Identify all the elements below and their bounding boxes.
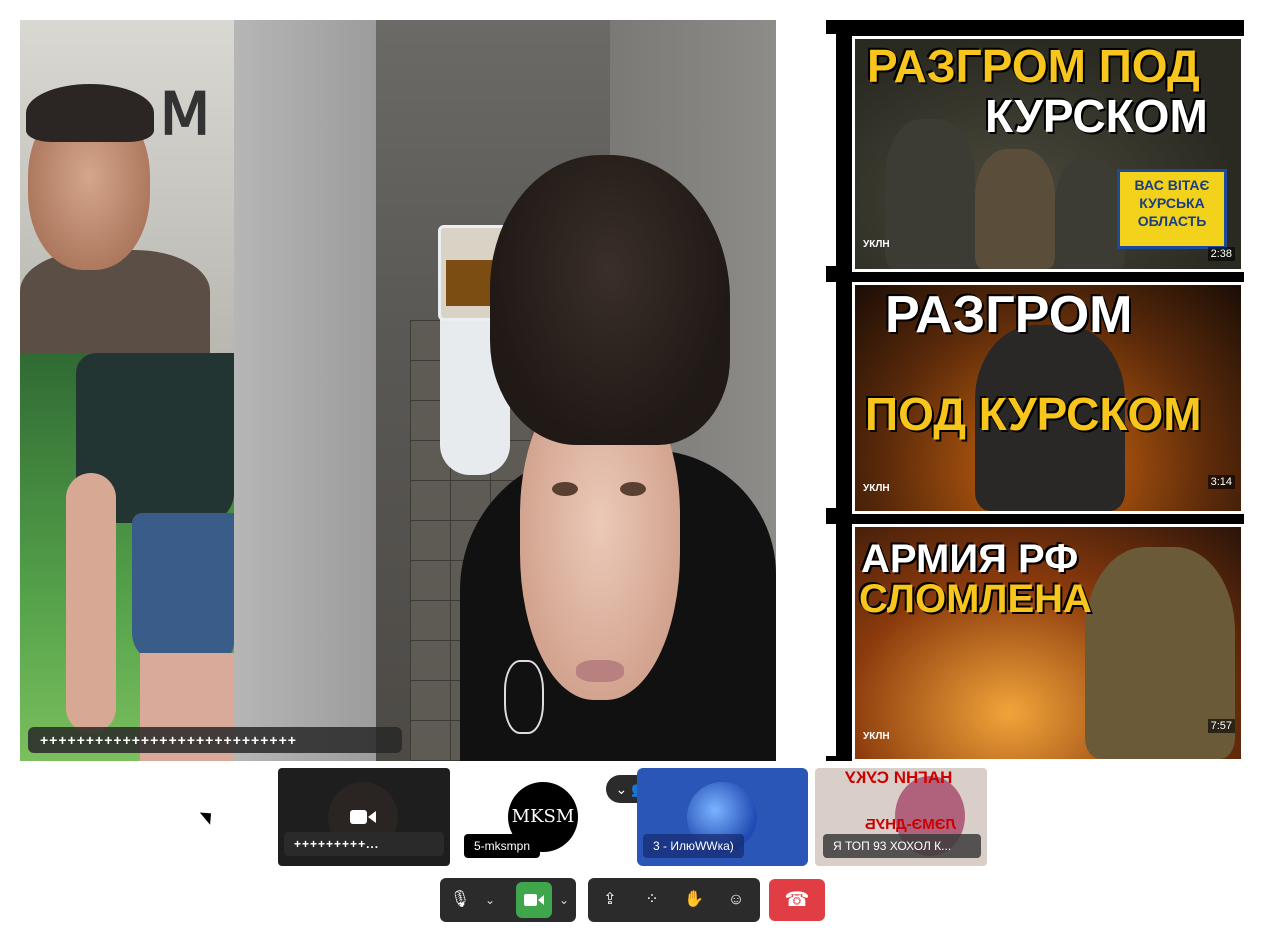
participant-tile[interactable]: MKSM 5-mksmpn <box>458 768 630 866</box>
participant-name: 3 - ИлюWWка) <box>643 834 744 858</box>
thumb-duration: 2:38 <box>1207 247 1235 261</box>
thumb-duration: 3:14 <box>1207 475 1235 489</box>
raise-hand-icon: ✋ <box>684 891 704 908</box>
microphone-icon: 🎙 <box>449 891 471 908</box>
mouse-cursor-icon <box>199 807 217 825</box>
participant-tile[interactable]: НАГНИ СУКУ ЛЭМЭ-ДНУБ Я ТОП 93 ХОХОЛ К... <box>815 768 987 866</box>
thumb-channel: УКЛН <box>863 239 890 250</box>
overlay-text-top: НАГНИ СУКУ <box>845 768 953 787</box>
share-screen-icon: ⇪ <box>603 891 617 908</box>
metro-sign-icon: Ⅿ <box>160 82 211 147</box>
smiley-icon: ☺ <box>727 891 745 908</box>
thumb-figure <box>975 149 1055 269</box>
thumb-title-bottom: ПОД КУРСКОМ <box>865 388 1202 440</box>
shirt-logo <box>504 660 544 734</box>
toolbar-media-group: 🎙 ⌄ ⌄ <box>440 878 576 922</box>
share-strip-2 <box>826 282 836 508</box>
thumb-title-bottom: СЛОМЛЕНА <box>859 577 1092 621</box>
overlay-image-bottom <box>20 353 234 761</box>
share-strip-3 <box>826 524 836 756</box>
chevron-down-icon: ⌄ <box>484 893 496 907</box>
video-thumbnail[interactable]: РАЗГРОМ ПОД КУРСКОМ УКЛН 3:14 <box>852 282 1244 514</box>
video-thumbnail[interactable]: АРМИЯ РФ СЛОМЛЕНА УКЛН 7:57 <box>852 524 1244 761</box>
participant-tile-active[interactable]: 3 - ИлюWWка) <box>637 768 808 866</box>
thumb-title-top: РАЗГРОМ <box>885 286 1133 344</box>
raise-hand-button[interactable]: ✋ <box>676 882 712 918</box>
overlay-image-top: Ⅿ <box>20 20 234 353</box>
video-thumbnail[interactable]: РАЗГРОМ ПОД КУРСКОМ ВАС ВІТАЄ КУРСЬКА ОБ… <box>852 36 1244 272</box>
share-screen-button[interactable]: ⇪ <box>592 882 628 918</box>
overlay-text-bottom: ЛЭМЭ-ДНУБ <box>865 816 956 833</box>
main-video-tile[interactable]: Ⅿ ++++++++++++++++++++++++++++ <box>20 20 776 761</box>
thumb-title-top: АРМИЯ РФ <box>861 537 1079 581</box>
participant-name: +++++++++... <box>284 832 444 856</box>
chevron-down-icon: ⌄ <box>615 781 628 797</box>
end-call-button[interactable]: ☎ <box>769 879 825 921</box>
video-wall <box>234 20 376 761</box>
thumb-title-bottom: КУРСКОМ <box>985 90 1208 142</box>
main-video-name-label: ++++++++++++++++++++++++++++ <box>28 727 402 753</box>
thumb-figure <box>1055 159 1125 269</box>
participant-eye-left <box>552 482 578 496</box>
overlay-woman-arm <box>66 473 116 733</box>
thumb-duration: 7:57 <box>1207 719 1235 733</box>
participant-tile[interactable]: +++++++++... <box>278 768 450 866</box>
toolbar-actions-group: ⇪ ⁘ ✋ ☺ <box>588 878 760 922</box>
participant-eye-right <box>620 482 646 496</box>
reactions-button[interactable]: ☺ <box>718 882 754 918</box>
thumb-title-top: РАЗГРОМ ПОД <box>867 40 1200 92</box>
participant-hair <box>490 155 730 445</box>
participant-mouth <box>576 660 624 682</box>
hang-up-icon: ☎ <box>784 889 810 911</box>
thumb-figure <box>885 119 975 269</box>
video-camera-icon <box>524 894 544 906</box>
overlay-man-hoodie <box>20 250 210 353</box>
participant-name: 5-mksmpn <box>464 834 541 858</box>
overlay-man-hair <box>26 84 154 142</box>
thumb-channel: УКЛН <box>863 731 890 742</box>
layout-button[interactable]: ⁘ <box>634 882 670 918</box>
camera-button[interactable] <box>516 882 552 918</box>
mic-options-button[interactable]: ⌄ <box>482 882 498 918</box>
grid-layout-icon: ⁘ <box>645 891 659 908</box>
overlay-woman-shorts <box>132 513 234 663</box>
thumb-sign: ВАС ВІТАЄ КУРСЬКА ОБЛАСТЬ <box>1117 169 1227 249</box>
participant-name: Я ТОП 93 ХОХОЛ К... <box>823 834 981 858</box>
mic-button[interactable]: 🎙 <box>442 882 478 918</box>
thumb-channel: УКЛН <box>863 483 890 494</box>
screen-share-panel[interactable]: РАЗГРОМ ПОД КУРСКОМ ВАС ВІТАЄ КУРСЬКА ОБ… <box>826 20 1244 761</box>
video-camera-icon <box>350 808 376 826</box>
camera-options-button[interactable]: ⌄ <box>556 882 572 918</box>
chevron-down-icon: ⌄ <box>558 893 570 907</box>
share-strip-1 <box>826 34 836 266</box>
